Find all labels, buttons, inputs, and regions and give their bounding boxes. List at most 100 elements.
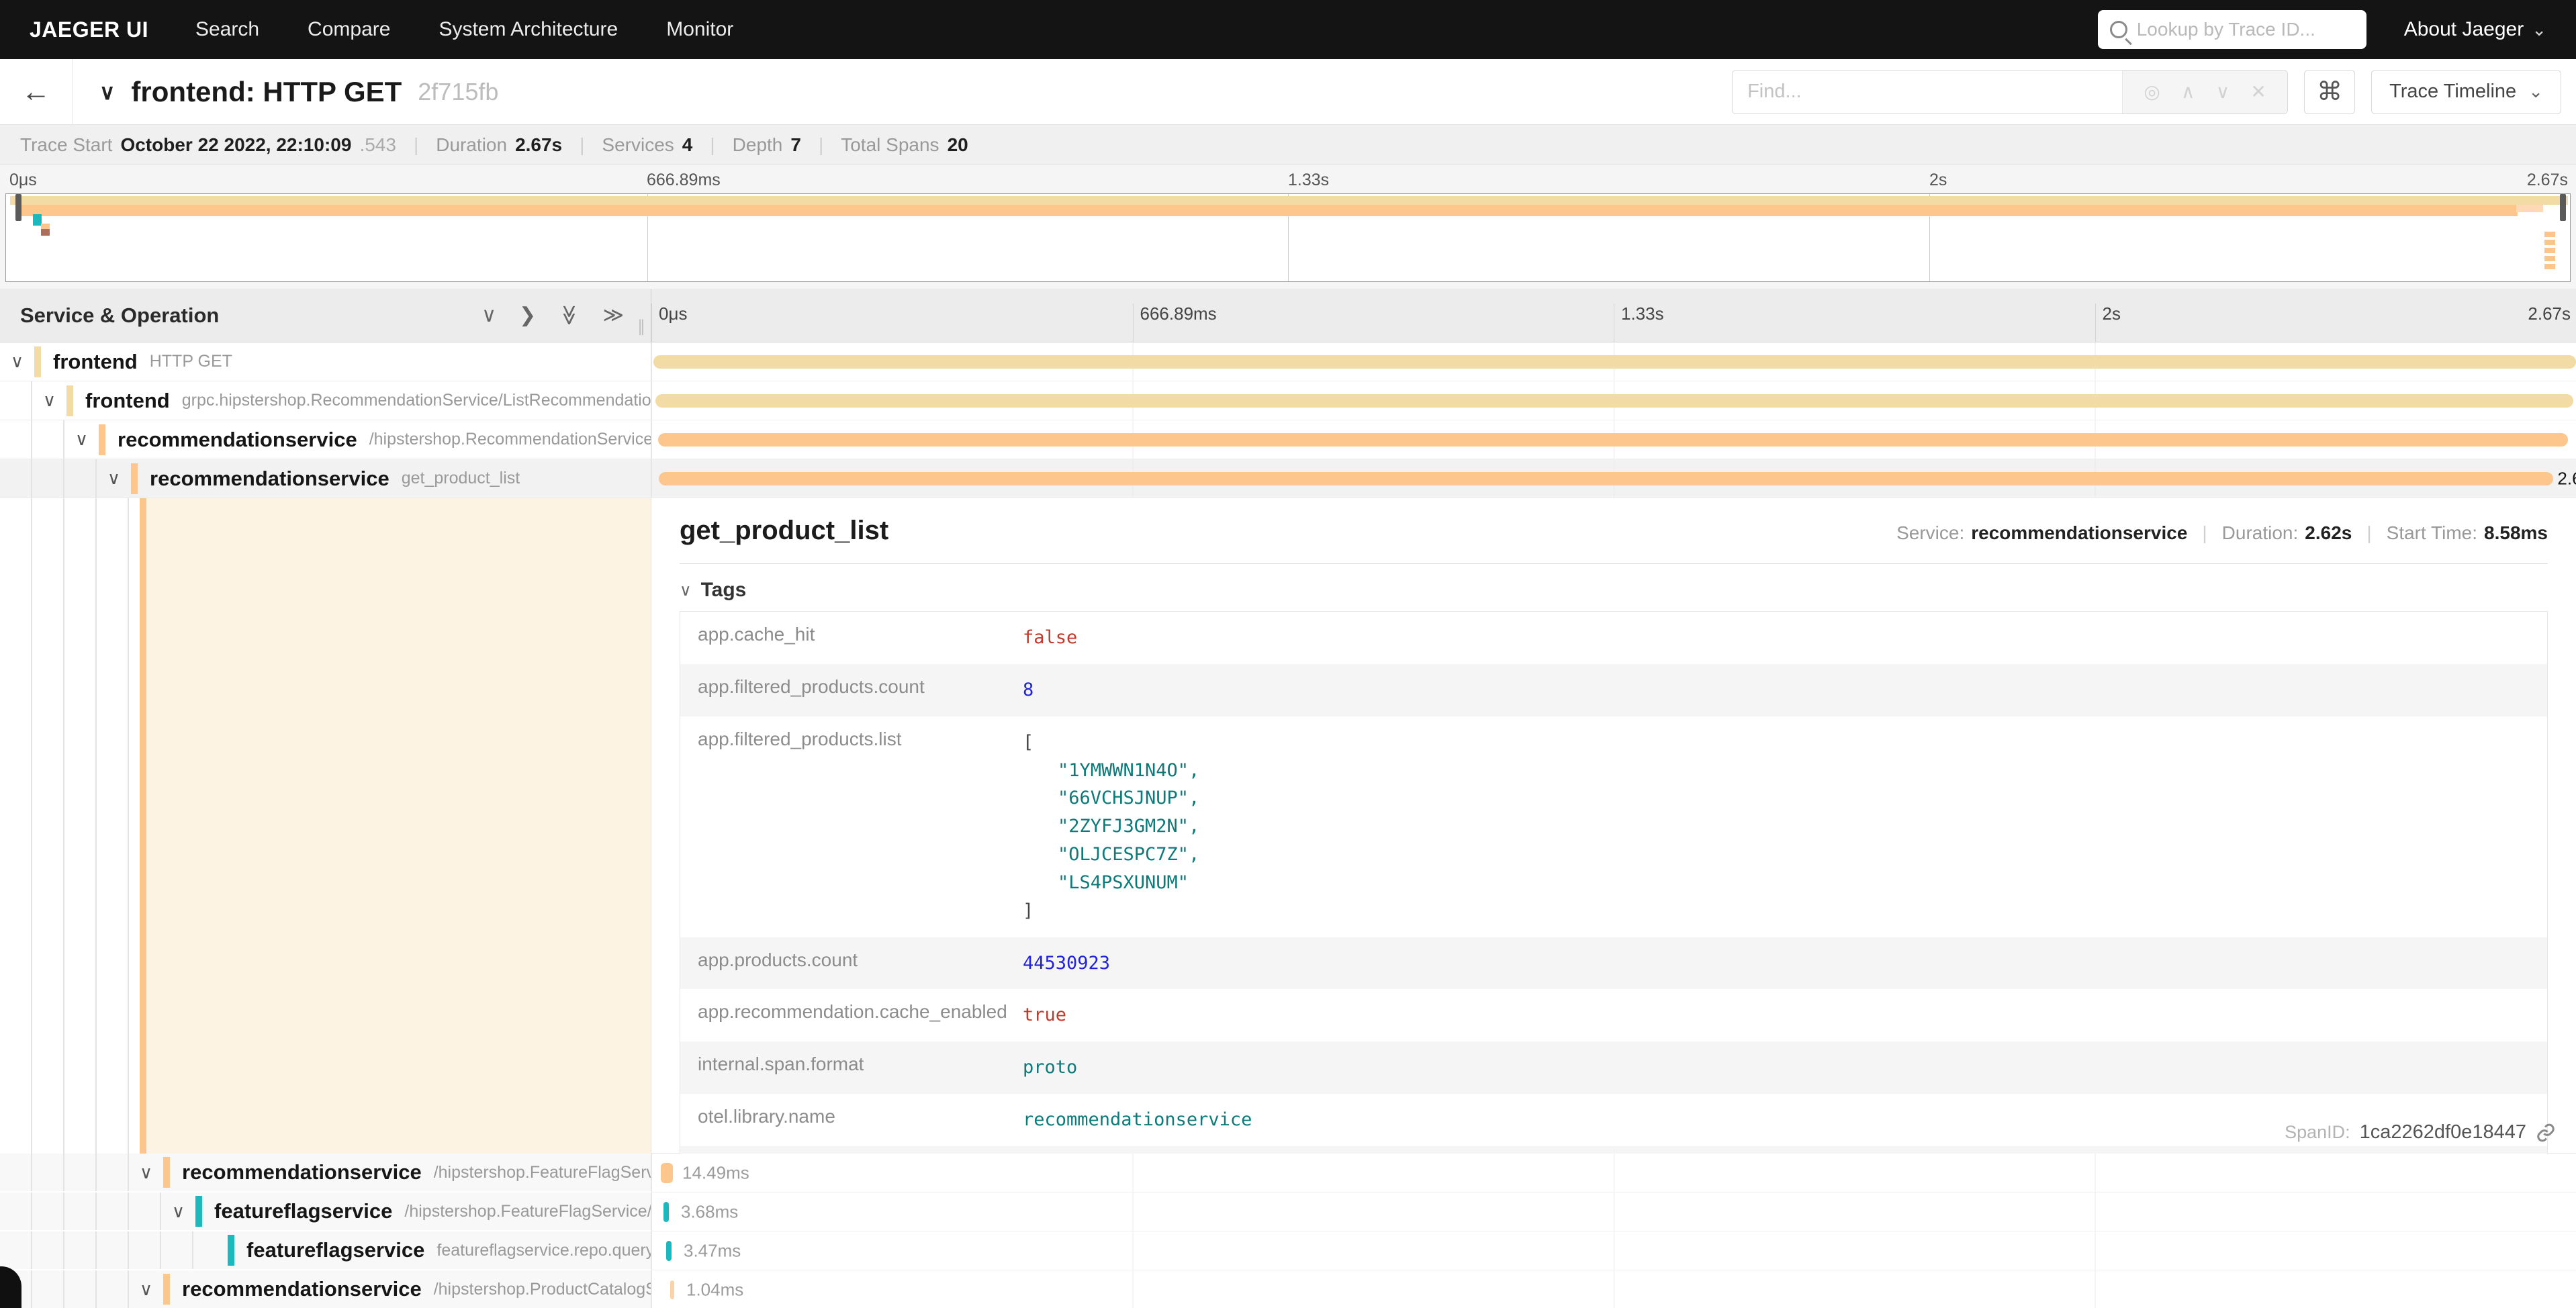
service-name: recommendationservice bbox=[182, 1160, 422, 1184]
span-bar[interactable] bbox=[655, 394, 2573, 408]
service-color-bar bbox=[228, 1235, 234, 1266]
chevron-down-icon[interactable]: ∨ bbox=[140, 1162, 152, 1183]
minimap-span-productcatalog bbox=[41, 224, 50, 236]
minimap-tick: 1.33s bbox=[1288, 171, 1329, 190]
tag-key: otel.library.name bbox=[680, 1094, 1016, 1146]
services-value: 4 bbox=[682, 134, 693, 156]
about-jaeger-menu[interactable]: About Jaeger ⌄ bbox=[2404, 18, 2546, 41]
chevron-down-icon[interactable]: ∨ bbox=[11, 351, 24, 372]
ruler-tick: 1.33s bbox=[1614, 303, 1664, 342]
minimap-tick: 2.67s bbox=[2527, 171, 2568, 190]
chevron-down-icon[interactable]: ∨ bbox=[107, 468, 120, 489]
collapse-all-icon[interactable]: ≫ bbox=[557, 305, 581, 326]
minimap-tick: 2s bbox=[1929, 171, 1947, 190]
operation-name: HTTP GET bbox=[150, 352, 232, 371]
span-id-label: SpanID: bbox=[2285, 1122, 2350, 1143]
expand-one-icon[interactable]: ❯ bbox=[519, 303, 536, 327]
depth-label: Depth bbox=[733, 134, 783, 156]
next-match-icon[interactable]: ∨ bbox=[2216, 83, 2230, 101]
service-name: recommendationservice bbox=[118, 428, 357, 452]
about-jaeger-label: About Jaeger bbox=[2404, 18, 2524, 41]
table-row[interactable]: ∨ featureflagservice /hipstershop.Featur… bbox=[0, 1193, 2576, 1231]
chevron-down-icon[interactable]: ∨ bbox=[172, 1201, 185, 1222]
range-handle-right[interactable] bbox=[2560, 194, 2566, 221]
clear-find-icon[interactable]: ✕ bbox=[2250, 83, 2266, 101]
start-time-label: Start Time: bbox=[2387, 522, 2477, 544]
span-bar[interactable] bbox=[666, 1241, 672, 1261]
trace-start-ms: .543 bbox=[359, 134, 396, 156]
span-detail-row: get_product_list Service: recommendation… bbox=[0, 498, 2576, 1154]
chevron-down-icon: ⌄ bbox=[2532, 19, 2546, 40]
table-row[interactable]: ∨ featureflagservice featureflagservice.… bbox=[0, 1231, 2576, 1270]
chevron-down-icon[interactable]: ∨ bbox=[140, 1279, 152, 1300]
nav-item-compare[interactable]: Compare bbox=[308, 18, 390, 41]
span-bar[interactable] bbox=[653, 355, 2576, 369]
trace-lookup-input[interactable] bbox=[2137, 19, 2354, 40]
prev-match-icon[interactable]: ∧ bbox=[2181, 83, 2195, 101]
trace-view-selector[interactable]: Trace Timeline ⌄ bbox=[2371, 70, 2561, 114]
expand-all-icon[interactable]: ≫ bbox=[603, 303, 624, 327]
span-duration-label: 2.62s bbox=[2557, 468, 2576, 489]
trace-summary-bar: Trace Start October 22 2022, 22:10:09 .5… bbox=[0, 125, 2576, 165]
match-target-icon[interactable]: ◎ bbox=[2144, 83, 2160, 101]
tag-value: proto bbox=[1016, 1041, 2547, 1094]
span-bar[interactable] bbox=[670, 1280, 674, 1299]
table-row[interactable]: ∨ recommendationservice /hipstershop.Rec… bbox=[0, 420, 2576, 459]
duration-value: 2.67s bbox=[515, 134, 562, 156]
tag-value-list: [ "1YMWWN1N4O", "66VCHSJNUP", "2ZYFJ3GM2… bbox=[1016, 716, 2547, 937]
chevron-down-icon[interactable]: ∨ bbox=[43, 390, 56, 411]
depth-value: 7 bbox=[790, 134, 801, 156]
span-bar[interactable] bbox=[659, 472, 2553, 485]
service-color-bar bbox=[195, 1196, 202, 1227]
service-name: featureflagservice bbox=[246, 1238, 424, 1262]
nav-item-search[interactable]: Search bbox=[195, 18, 259, 41]
table-row[interactable]: ∨ recommendationservice /hipstershop.Pro… bbox=[0, 1270, 2576, 1308]
trace-start-label: Trace Start bbox=[20, 134, 112, 156]
column-resize-grip[interactable]: ∥ bbox=[637, 317, 647, 336]
span-bar-cell[interactable]: 3.68ms bbox=[651, 1193, 2576, 1231]
tag-key: app.filtered_products.list bbox=[680, 716, 1016, 937]
table-row-selected[interactable]: ∨ recommendationservice get_product_list… bbox=[0, 459, 2576, 498]
span-bar[interactable] bbox=[658, 433, 2568, 447]
table-row[interactable]: ∨ frontend grpc.hipstershop.Recommendati… bbox=[0, 381, 2576, 420]
link-icon[interactable] bbox=[2536, 1123, 2556, 1143]
span-bar-cell[interactable]: 3.47ms bbox=[651, 1231, 2576, 1270]
total-spans-value: 20 bbox=[948, 134, 968, 156]
service-name: recommendationservice bbox=[182, 1277, 422, 1301]
minimap-span-tail-4 bbox=[2544, 256, 2555, 261]
minimap-canvas[interactable] bbox=[5, 193, 2571, 282]
span-bar-cell[interactable]: 14.49ms bbox=[651, 1154, 2576, 1193]
service-color-bar bbox=[34, 346, 41, 377]
span-bar-cell[interactable] bbox=[651, 381, 2576, 420]
start-time-value: 8.58ms bbox=[2484, 522, 2548, 544]
back-button[interactable]: ← bbox=[0, 59, 73, 124]
span-id-value: 1ca2262df0e18447 bbox=[2360, 1121, 2526, 1143]
span-bar[interactable] bbox=[661, 1163, 673, 1183]
span-bar-cell[interactable]: 2.62s bbox=[651, 459, 2576, 498]
tags-section-toggle[interactable]: ∨ Tags bbox=[680, 579, 2548, 602]
operation-name: get_product_list bbox=[402, 469, 520, 488]
chevron-down-icon[interactable]: ∨ bbox=[75, 429, 88, 450]
table-row[interactable]: ∨ recommendationservice /hipstershop.Fea… bbox=[0, 1154, 2576, 1193]
service-color-bar bbox=[131, 463, 138, 494]
service-color-bar bbox=[66, 385, 73, 416]
app-logo[interactable]: JAEGER UI bbox=[30, 17, 148, 42]
span-bar[interactable] bbox=[663, 1202, 669, 1222]
range-handle-left[interactable] bbox=[15, 194, 21, 221]
span-duration-label: 14.49ms bbox=[682, 1162, 749, 1183]
nav-item-system-architecture[interactable]: System Architecture bbox=[439, 18, 618, 41]
operation-name: grpc.hipstershop.RecommendationService/L… bbox=[182, 391, 651, 410]
table-row[interactable]: ∨ frontend HTTP GET bbox=[0, 342, 2576, 381]
span-bar-cell[interactable]: 1.04ms bbox=[651, 1270, 2576, 1308]
find-input[interactable] bbox=[1733, 71, 2122, 113]
trace-start-value: October 22 2022, 22:10:09 bbox=[120, 134, 351, 156]
span-bar-cell[interactable] bbox=[651, 420, 2576, 459]
collapse-trace-chevron-icon[interactable]: ∨ bbox=[99, 79, 115, 105]
span-bar-cell[interactable] bbox=[651, 342, 2576, 381]
keyboard-shortcuts-button[interactable]: ⌘ bbox=[2304, 70, 2355, 114]
collapse-one-icon[interactable]: ∨ bbox=[481, 303, 496, 327]
service-name: frontend bbox=[53, 350, 138, 374]
minimap-span-recommendation-tail bbox=[2516, 205, 2543, 212]
tag-value: true bbox=[1016, 989, 2547, 1041]
nav-item-monitor[interactable]: Monitor bbox=[666, 18, 733, 41]
